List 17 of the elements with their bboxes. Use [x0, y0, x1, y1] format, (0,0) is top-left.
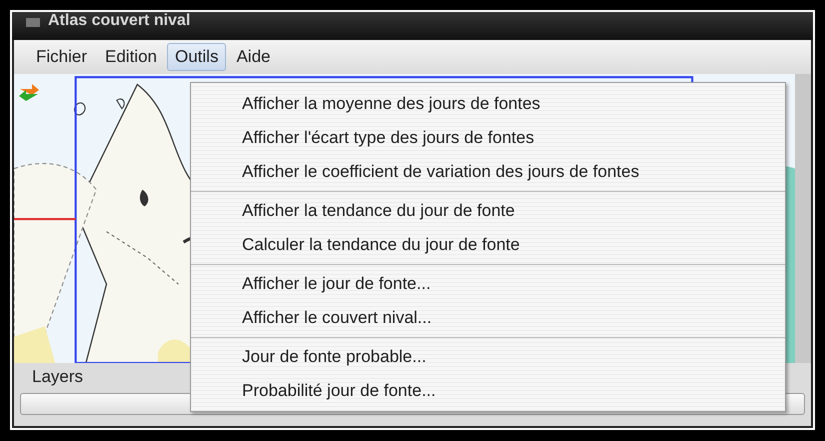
menu-option[interactable]: Afficher la moyenne des jours de fontes [191, 87, 540, 121]
menu-option[interactable]: Calculer la tendance du jour de fonte [191, 228, 520, 262]
menu-item[interactable]: Edition [97, 43, 165, 71]
menu-option[interactable]: Afficher le couvert nival... [191, 301, 432, 335]
panel-title: Layers [31, 367, 84, 387]
menu-item[interactable]: Aide [228, 43, 278, 71]
menu-option[interactable]: Afficher le coefficient de variation des jours de fontes [191, 155, 640, 189]
menu-option[interactable]: Afficher l'écart type des jours de fontes [191, 121, 534, 155]
menu-item[interactable]: Fichier [28, 43, 96, 71]
menu-item[interactable]: Outils [167, 43, 226, 71]
menu-option[interactable]: Jour de fonte probable... [191, 340, 426, 374]
menu-option[interactable]: Probabilité jour de fonte... [191, 374, 436, 408]
scrollbar[interactable] [795, 74, 811, 363]
menu-option[interactable]: Afficher le jour de fonte... [191, 267, 431, 301]
app-icon [26, 18, 40, 27]
menu-option[interactable]: Afficher la tendance du jour de fonte [191, 194, 515, 228]
window-title: Atlas couvert nival [48, 12, 190, 30]
